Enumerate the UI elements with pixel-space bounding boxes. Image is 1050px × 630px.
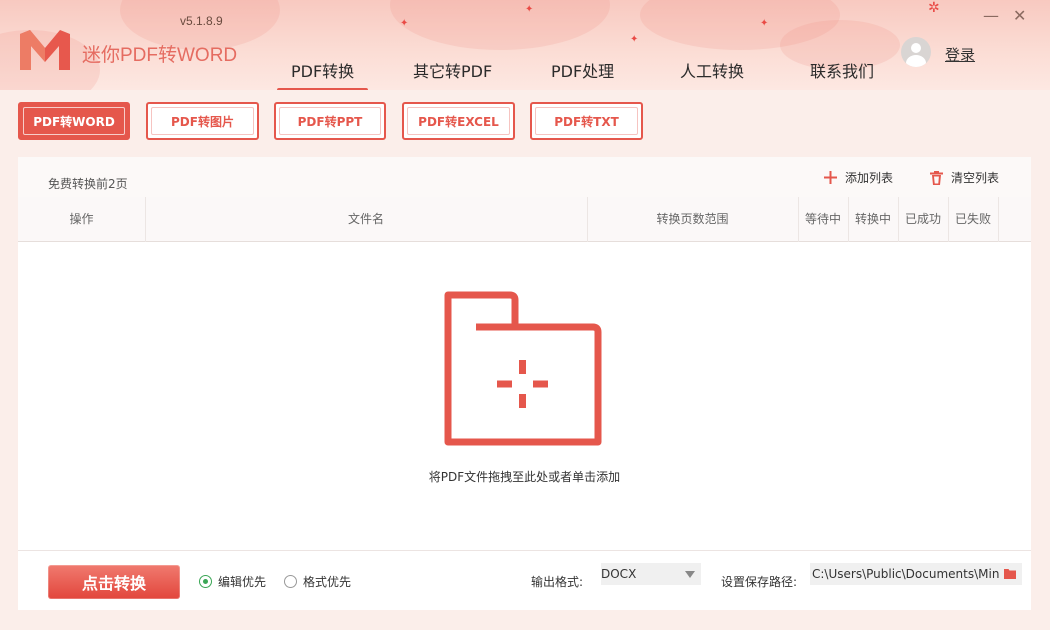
folder-plus-icon[interactable] xyxy=(443,290,603,450)
subtab-pdf-to-image[interactable]: PDF转图片 xyxy=(146,102,259,140)
trash-icon xyxy=(930,170,943,185)
subtab-label: PDF转PPT xyxy=(297,114,363,129)
radio-unchecked-icon xyxy=(284,575,297,588)
subtab-pdf-to-excel[interactable]: PDF转EXCEL xyxy=(402,102,515,140)
column-header-success: 已成功 xyxy=(904,212,941,226)
file-dropzone[interactable]: 将PDF文件拖拽至此处或者单击添加 xyxy=(18,242,1031,550)
radio-edit-priority[interactable]: 编辑优先 xyxy=(199,573,266,590)
tab-pdf-process[interactable]: PDF处理 xyxy=(551,58,614,82)
column-header-filename: 文件名 xyxy=(347,212,384,226)
subtab-label: PDF转图片 xyxy=(171,114,234,129)
folder-icon[interactable] xyxy=(1004,568,1016,579)
clear-list-button[interactable]: 清空列表 xyxy=(930,169,999,186)
tab-pdf-convert[interactable]: PDF转换 xyxy=(276,58,369,90)
m-logo-icon xyxy=(20,30,70,70)
column-header-converting: 转换中 xyxy=(854,212,891,226)
column-header-action: 操作 xyxy=(69,212,94,226)
subtab-label: PDF转EXCEL xyxy=(418,114,499,129)
subtab-label: PDF转WORD xyxy=(33,114,115,129)
convert-button[interactable]: 点击转换 xyxy=(48,565,180,599)
convert-footer: 点击转换 编辑优先 格式优先 输出格式: DOCX 设置保存路径: xyxy=(18,550,1031,610)
decor-star-icon: ✦ xyxy=(760,18,769,29)
dropzone-hint: 将PDF文件拖拽至此处或者单击添加 xyxy=(428,470,621,484)
decor-cloud xyxy=(390,0,610,50)
free-pages-note: 免费转换前2页 xyxy=(48,177,128,191)
add-list-button[interactable]: 添加列表 xyxy=(824,169,893,186)
column-header-waiting: 等待中 xyxy=(804,212,841,226)
minimize-button[interactable]: — xyxy=(983,6,999,25)
radio-label: 编辑优先 xyxy=(218,575,267,589)
output-format-value: DOCX xyxy=(601,567,637,581)
decor-star-icon: ✦ xyxy=(400,18,409,29)
column-header-failed: 已失败 xyxy=(954,212,991,226)
close-button[interactable]: ✕ xyxy=(1013,6,1026,25)
subtab-pdf-to-word[interactable]: PDF转WORD xyxy=(18,102,130,140)
save-path-label: 设置保存路径: xyxy=(721,575,798,589)
list-toolbar: 免费转换前2页 添加列表 清空列表 xyxy=(18,157,1031,197)
output-format-label: 输出格式: xyxy=(531,575,584,589)
file-list-panel: 免费转换前2页 添加列表 清空列表 操作 文件名 转换页数范围 等待中 转换中 xyxy=(18,157,1031,610)
column-divider xyxy=(998,197,999,242)
title-bar: ✦ ✦ ✦ ✦ ✲ 迷你PDF转WORD v5.1.8.9 PDF转换 其它转P… xyxy=(0,0,1050,90)
app-title: 迷你PDF转WORD xyxy=(82,45,238,66)
tab-contact-us[interactable]: 联系我们 xyxy=(810,58,874,82)
chevron-down-icon xyxy=(685,571,695,578)
decor-star-icon: ✦ xyxy=(525,4,534,15)
tab-manual-convert[interactable]: 人工转换 xyxy=(680,58,744,82)
version-label: v5.1.8.9 xyxy=(180,14,223,28)
column-header-page-range: 转换页数范围 xyxy=(656,212,729,226)
subtab-pdf-to-ppt[interactable]: PDF转PPT xyxy=(274,102,386,140)
decor-star-icon: ✦ xyxy=(630,34,639,45)
login-link[interactable]: 登录 xyxy=(945,44,975,65)
tab-other-to-pdf[interactable]: 其它转PDF xyxy=(413,58,492,82)
radio-checked-icon xyxy=(199,575,212,588)
clear-list-label: 清空列表 xyxy=(951,171,1000,185)
add-list-label: 添加列表 xyxy=(845,171,894,185)
decor-flower-icon: ✲ xyxy=(928,0,940,16)
plus-icon xyxy=(824,171,837,184)
subtab-pdf-to-txt[interactable]: PDF转TXT xyxy=(530,102,643,140)
user-avatar-icon[interactable] xyxy=(901,37,931,67)
table-header: 操作 文件名 转换页数范围 等待中 转换中 已成功 已失败 xyxy=(18,197,1031,242)
radio-label: 格式优先 xyxy=(303,575,352,589)
radio-format-priority[interactable]: 格式优先 xyxy=(284,573,351,590)
subtab-label: PDF转TXT xyxy=(554,114,619,129)
save-path-input[interactable] xyxy=(810,563,1022,585)
output-format-select[interactable]: DOCX xyxy=(601,563,701,585)
